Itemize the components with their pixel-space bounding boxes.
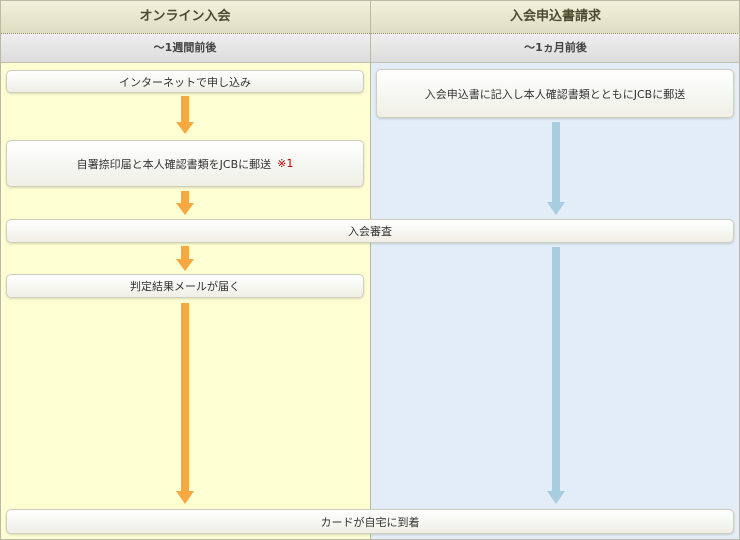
diagram-frame xyxy=(0,0,740,540)
